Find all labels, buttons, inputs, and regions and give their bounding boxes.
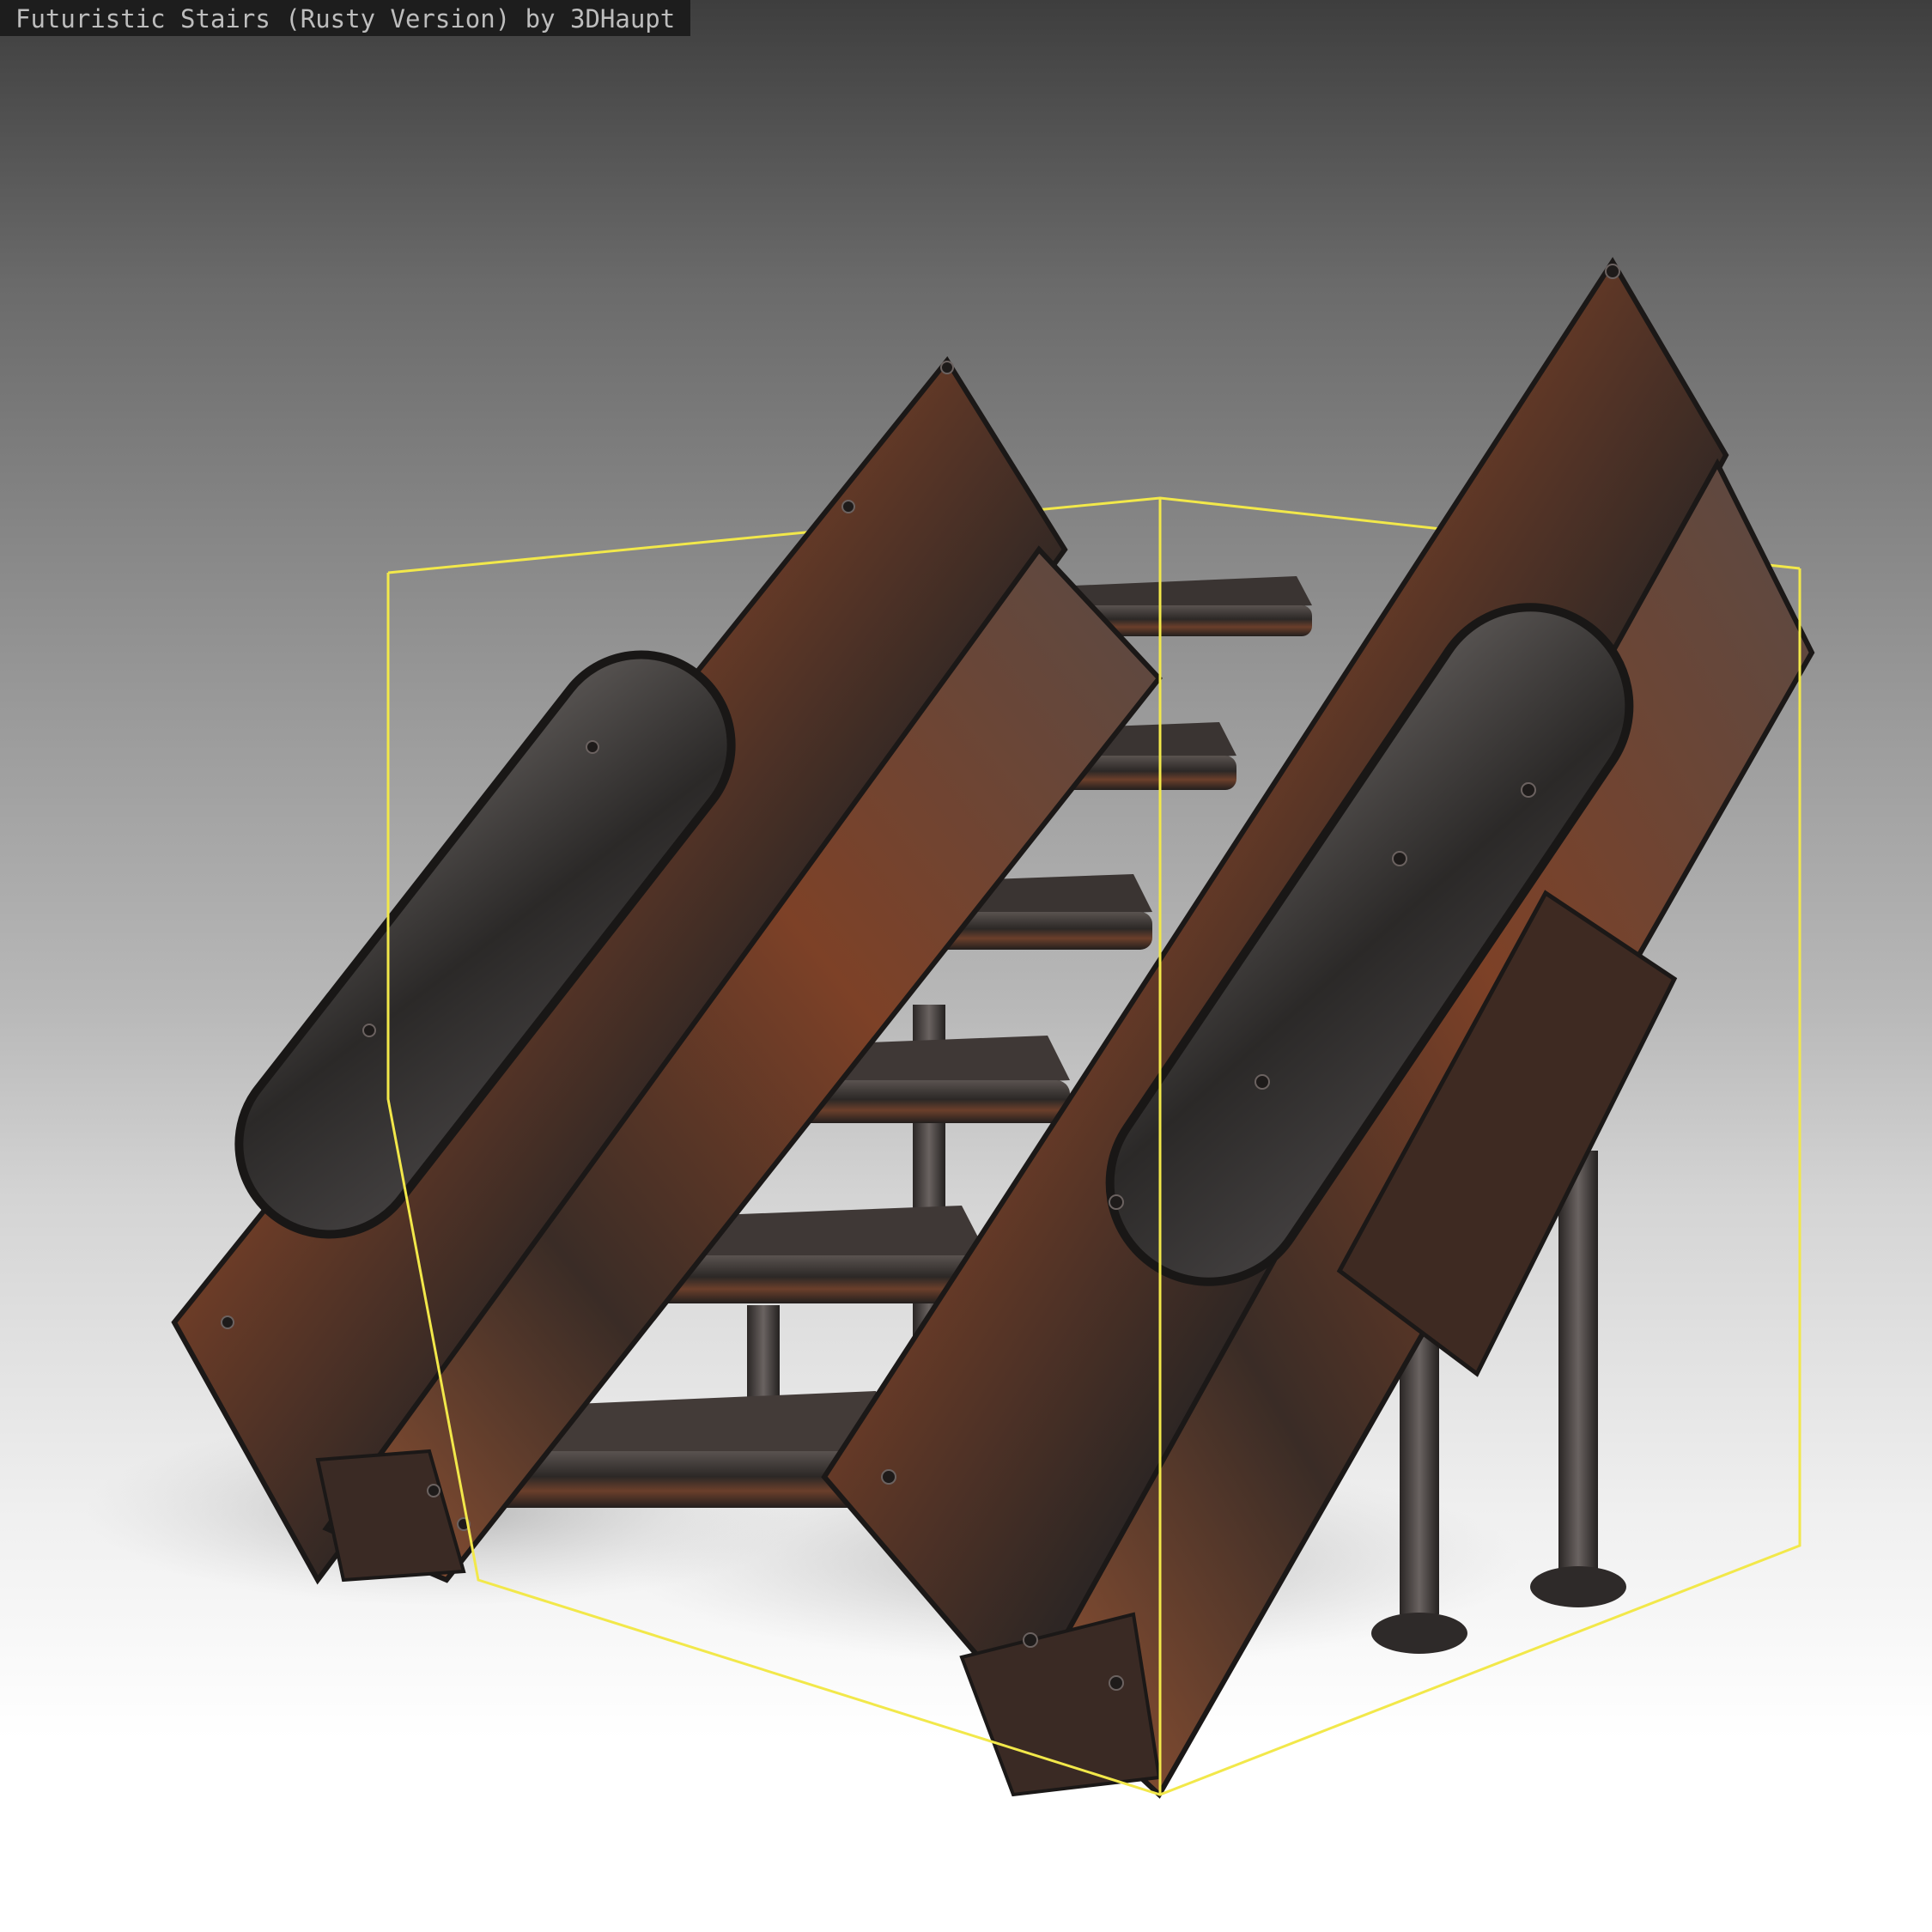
3d-viewport[interactable]: Futuristic Stairs (Rusty Version) by 3DH… bbox=[0, 0, 1932, 1932]
scene-render[interactable] bbox=[0, 0, 1932, 1932]
model-title: Futuristic Stairs (Rusty Version) by 3DH… bbox=[15, 4, 676, 33]
model-title-bar: Futuristic Stairs (Rusty Version) by 3DH… bbox=[0, 0, 691, 36]
